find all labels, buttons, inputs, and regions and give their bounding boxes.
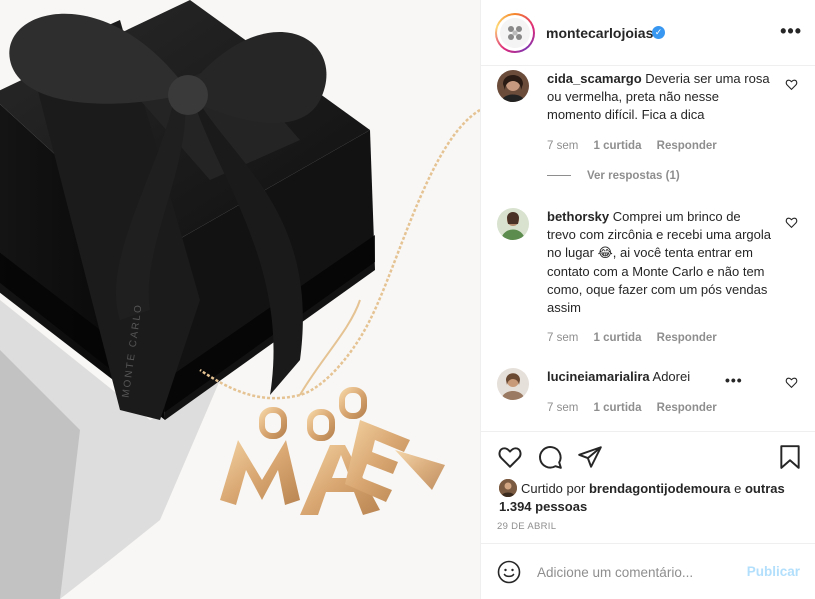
commenter-username[interactable]: bethorsky [547,209,609,224]
comment-time: 7 sem [547,402,579,414]
comment-text: Adorei [652,369,691,384]
reply-button[interactable]: Responder [657,140,717,152]
comment-body: bethorsky Comprei um brinco de trevo com… [547,208,772,317]
liked-by-prefix: Curtido por [521,481,586,496]
post-header: montecarlojoias ✓ ••• [481,0,815,66]
replies-divider-line [547,175,571,177]
liked-by-and: e [734,481,742,496]
emoji-smiley-icon[interactable] [497,560,521,584]
post-side-panel: montecarlojoias ✓ ••• cida_scamargo Deve… [480,0,815,599]
like-comment-heart-icon[interactable] [785,216,798,229]
comment-meta: 7 sem 1 curtida Responder [547,140,729,152]
verified-badge-icon: ✓ [652,26,665,39]
jewelry-gift-image [0,0,480,599]
commenter-avatar[interactable] [497,368,529,400]
account-avatar[interactable] [495,13,535,53]
commenter-username[interactable]: cida_scamargo [547,71,642,86]
comment-likes[interactable]: 1 curtida [594,332,642,344]
view-replies-label: Ver respostas (1) [587,170,680,182]
commenter-avatar[interactable] [497,208,529,240]
commenter-username[interactable]: lucineiamarialira [547,369,650,384]
liker-username[interactable]: brendagontijodemoura [589,481,731,496]
add-comment-bar: Publicar [481,543,815,599]
brand-logo-icon [500,18,530,48]
publish-button[interactable]: Publicar [747,564,800,579]
share-paper-plane-icon[interactable] [577,444,603,470]
comments-list[interactable]: cida_scamargo Deveria ser uma rosa ou ve… [481,66,815,431]
comment-time: 7 sem [547,332,579,344]
comment-bubble-icon[interactable] [537,444,563,470]
post-photo[interactable]: MONTE CARLO [0,0,480,599]
like-comment-heart-icon[interactable] [785,376,798,389]
comment-meta: 7 sem 1 curtida Responder [547,402,729,414]
comment-body: cida_scamargo Deveria ser uma rosa ou ve… [547,70,772,125]
comment-text: Comprei um brinco de trevo com zircônia … [547,209,771,316]
reply-button[interactable]: Responder [657,402,717,414]
comment-likes[interactable]: 1 curtida [594,140,642,152]
like-heart-icon[interactable] [497,444,523,470]
comment-time: 7 sem [547,140,579,152]
post-actions: Curtido por brendagontijodemoura e outra… [481,431,815,543]
more-options-icon[interactable]: ••• [780,22,802,40]
liker-avatar[interactable] [499,479,517,497]
post-author-username[interactable]: montecarlojoias [546,25,653,41]
commenter-avatar[interactable] [497,70,529,102]
likes-summary: Curtido por brendagontijodemoura e outra… [499,479,799,516]
comment-input[interactable] [537,562,737,582]
save-bookmark-icon[interactable] [777,444,803,470]
comment-likes[interactable]: 1 curtida [594,402,642,414]
comment-meta: 7 sem 1 curtida Responder [547,332,729,344]
like-comment-heart-icon[interactable] [785,78,798,91]
comment-options-button[interactable]: ••• [725,372,743,388]
view-replies-button[interactable]: Ver respostas (1) [547,170,680,182]
reply-button[interactable]: Responder [657,332,717,344]
post-date[interactable]: 29 DE ABRIL [497,521,556,532]
